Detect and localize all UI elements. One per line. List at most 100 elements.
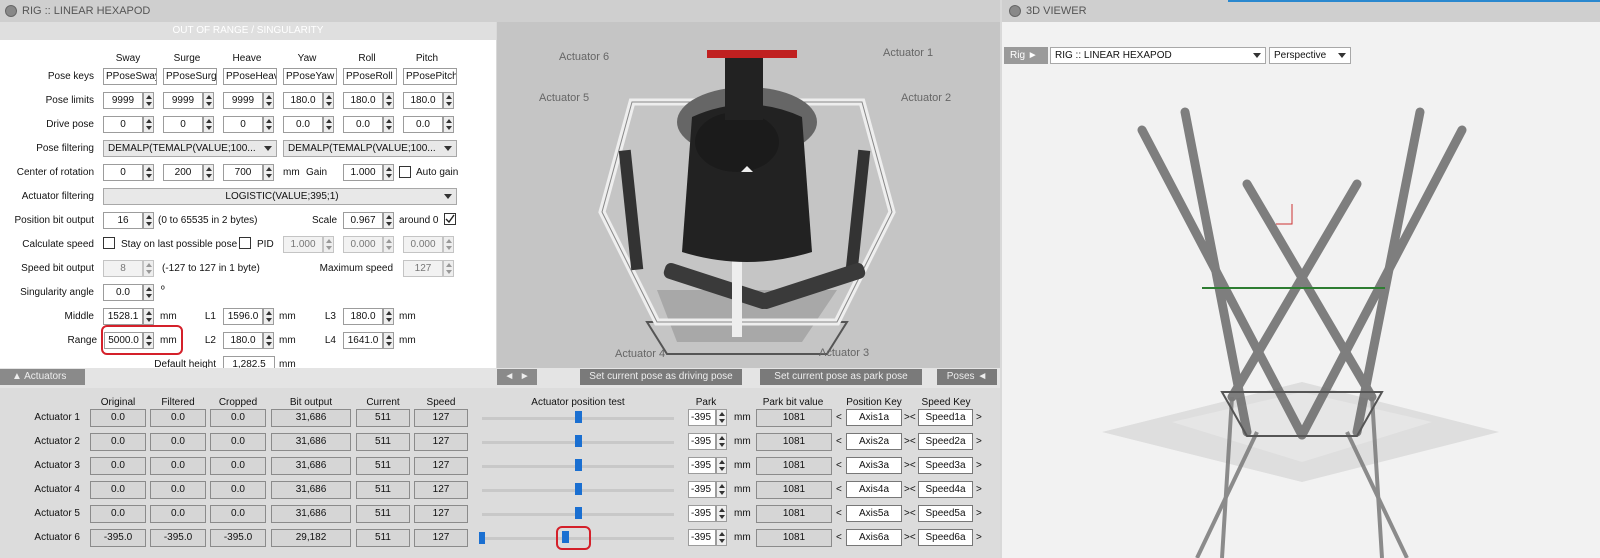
park-field[interactable]: -395: [688, 433, 716, 450]
pose-key-surge[interactable]: PPoseSurge: [163, 68, 217, 85]
spin-icon[interactable]: [143, 92, 154, 109]
pose-limit-surge[interactable]: 9999: [163, 92, 203, 109]
drive-pose-yaw[interactable]: 0.0: [283, 116, 323, 133]
maximum-speed-field[interactable]: 127: [403, 260, 443, 277]
position-key-field[interactable]: Axis4a: [846, 481, 902, 498]
spin-icon[interactable]: [383, 212, 394, 229]
center-x[interactable]: 0: [103, 164, 143, 181]
actuators-tab[interactable]: ▲ Actuators: [0, 369, 85, 385]
spin-icon[interactable]: [443, 260, 454, 277]
pose-limit-heave[interactable]: 9999: [223, 92, 263, 109]
drive-pose-sway[interactable]: 0: [103, 116, 143, 133]
l1-field[interactable]: 1596.0: [223, 308, 263, 325]
spin-icon[interactable]: [443, 92, 454, 109]
park-field[interactable]: -395: [688, 529, 716, 546]
park-field[interactable]: -395: [688, 457, 716, 474]
l4-field[interactable]: 1641.0: [343, 332, 383, 349]
speed-key-field[interactable]: Speed2a: [918, 433, 973, 450]
pose-key-yaw[interactable]: PPoseYaw: [283, 68, 337, 85]
spin-icon[interactable]: [143, 284, 154, 301]
park-field[interactable]: -395: [688, 505, 716, 522]
speed-key-field[interactable]: Speed5a: [918, 505, 973, 522]
pose-filtering-combo-2[interactable]: DEMALP(TEMALP(VALUE;100...: [283, 140, 457, 157]
park-field[interactable]: -395: [688, 481, 716, 498]
position-key-field[interactable]: Axis1a: [846, 409, 902, 426]
set-park-pose-button[interactable]: Set current pose as park pose: [760, 369, 922, 385]
scale-field[interactable]: 0.967: [343, 212, 383, 229]
spin-icon[interactable]: [143, 164, 154, 181]
pid-checkbox[interactable]: [239, 237, 251, 249]
pose-limit-sway[interactable]: 9999: [103, 92, 143, 109]
play-icon[interactable]: ►: [520, 371, 530, 382]
park-field[interactable]: -395: [688, 409, 716, 426]
spin-icon[interactable]: [383, 164, 394, 181]
middle-field[interactable]: 1528.1: [103, 308, 143, 325]
pose-key-roll[interactable]: PPoseRoll: [343, 68, 397, 85]
spin-icon[interactable]: [383, 308, 394, 325]
calculate-speed-checkbox[interactable]: [103, 237, 115, 249]
spin-icon[interactable]: [383, 116, 394, 133]
gain-field[interactable]: 1.000: [343, 164, 383, 181]
position-key-field[interactable]: Axis5a: [846, 505, 902, 522]
prev-next-buttons[interactable]: ◄ ►: [497, 369, 537, 385]
drive-pose-heave[interactable]: 0: [223, 116, 263, 133]
actuator-position-slider[interactable]: [575, 483, 582, 495]
spin-icon[interactable]: [263, 92, 274, 109]
singularity-angle-field[interactable]: 0.0: [103, 284, 143, 301]
actuator-position-slider[interactable]: [575, 435, 582, 447]
center-z[interactable]: 700: [223, 164, 263, 181]
spin-icon[interactable]: [143, 260, 154, 277]
spin-icon[interactable]: [143, 308, 154, 325]
spin-icon[interactable]: [716, 433, 727, 450]
spin-icon[interactable]: [203, 164, 214, 181]
spin-icon[interactable]: [716, 529, 727, 546]
actuator-position-slider[interactable]: [575, 459, 582, 471]
auto-gain-checkbox[interactable]: [399, 166, 411, 178]
spin-icon[interactable]: [383, 92, 394, 109]
spin-icon[interactable]: [443, 236, 454, 253]
spin-icon[interactable]: [263, 332, 274, 349]
spin-icon[interactable]: [323, 92, 334, 109]
rig-selector-combo[interactable]: RIG :: LINEAR HEXAPOD: [1050, 47, 1266, 64]
view-mode-combo[interactable]: Perspective: [1269, 47, 1351, 64]
speed-key-field[interactable]: Speed3a: [918, 457, 973, 474]
drive-pose-pitch[interactable]: 0.0: [403, 116, 443, 133]
speed-bit-output-field[interactable]: 8: [103, 260, 143, 277]
position-key-field[interactable]: Axis2a: [846, 433, 902, 450]
spin-icon[interactable]: [323, 236, 334, 253]
spin-icon[interactable]: [716, 481, 727, 498]
spin-icon[interactable]: [263, 164, 274, 181]
l3-field[interactable]: 180.0: [343, 308, 383, 325]
spin-icon[interactable]: [203, 92, 214, 109]
actuator-position-slider[interactable]: [575, 411, 582, 423]
pose-limit-roll[interactable]: 180.0: [343, 92, 383, 109]
pose-key-sway[interactable]: PPoseSway: [103, 68, 157, 85]
pose-filtering-combo-1[interactable]: DEMALP(TEMALP(VALUE;100...: [103, 140, 277, 157]
spin-icon[interactable]: [143, 116, 154, 133]
position-key-field[interactable]: Axis3a: [846, 457, 902, 474]
spin-icon[interactable]: [263, 116, 274, 133]
pid-d[interactable]: 0.000: [403, 236, 443, 253]
spin-icon[interactable]: [143, 212, 154, 229]
spin-icon[interactable]: [383, 236, 394, 253]
pose-key-heave[interactable]: PPoseHeave: [223, 68, 277, 85]
position-bit-output-field[interactable]: 16: [103, 212, 143, 229]
spin-icon[interactable]: [203, 116, 214, 133]
play-left-icon[interactable]: ◄: [504, 371, 514, 382]
speed-key-field[interactable]: Speed1a: [918, 409, 973, 426]
spin-icon[interactable]: [716, 505, 727, 522]
drive-pose-roll[interactable]: 0.0: [343, 116, 383, 133]
l2-field[interactable]: 180.0: [223, 332, 263, 349]
spin-icon[interactable]: [383, 332, 394, 349]
actuator-position-slider[interactable]: [575, 507, 582, 519]
poses-button[interactable]: Poses ◄: [937, 369, 997, 385]
center-y[interactable]: 200: [163, 164, 203, 181]
speed-key-field[interactable]: Speed4a: [918, 481, 973, 498]
pose-limit-yaw[interactable]: 180.0: [283, 92, 323, 109]
pid-i[interactable]: 0.000: [343, 236, 383, 253]
spin-icon[interactable]: [263, 308, 274, 325]
around-zero-checkbox[interactable]: [444, 213, 456, 225]
pose-limit-pitch[interactable]: 180.0: [403, 92, 443, 109]
spin-icon[interactable]: [716, 409, 727, 426]
drive-pose-surge[interactable]: 0: [163, 116, 203, 133]
